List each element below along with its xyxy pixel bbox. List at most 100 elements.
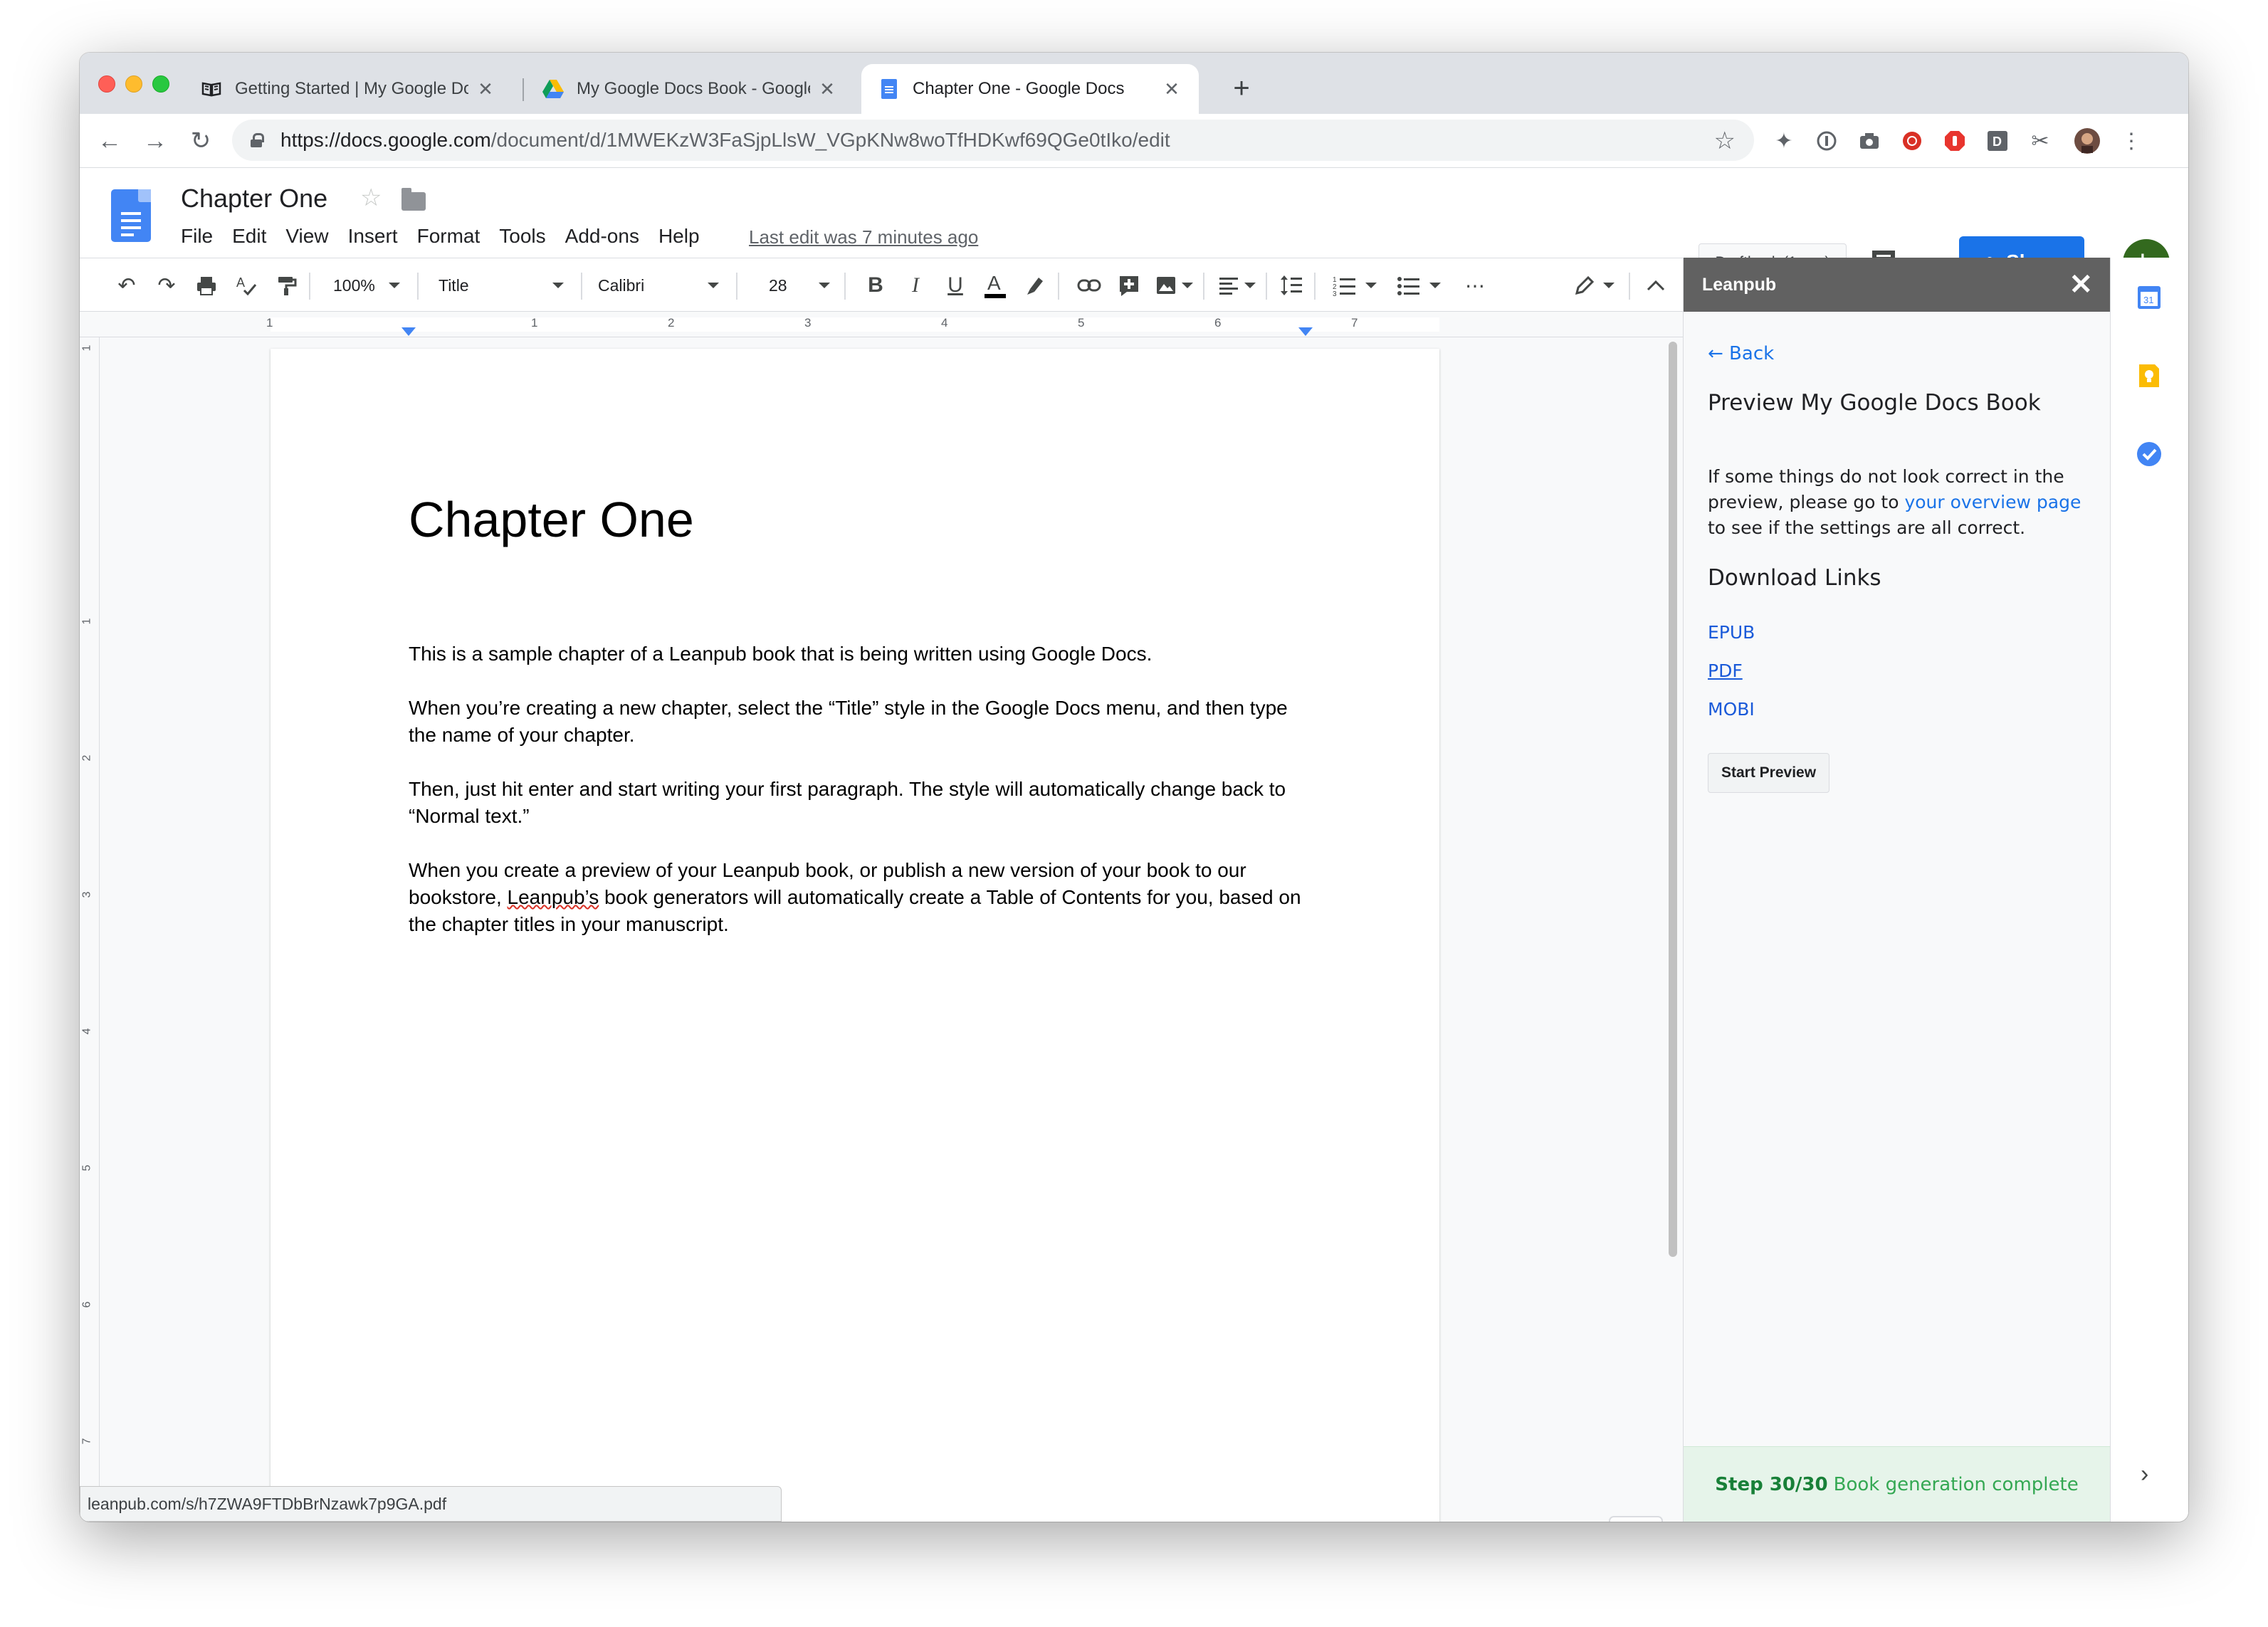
chevron-down-icon[interactable]	[1182, 271, 1193, 300]
last-edit-link[interactable]: Last edit was 7 minutes ago	[749, 226, 978, 248]
numbered-list-icon[interactable]: 123	[1330, 271, 1358, 300]
italic-icon[interactable]: I	[901, 271, 930, 300]
ruler-number: 7	[80, 1438, 93, 1445]
vertical-ruler[interactable]: 1 1 2 3 4 5 6 7	[80, 337, 100, 1522]
chevron-down-icon[interactable]	[819, 271, 830, 300]
menu-help[interactable]: Help	[658, 225, 700, 248]
tab-chapter-one[interactable]: Chapter One - Google Docs ✕	[861, 64, 1199, 114]
tab-my-google-docs-book[interactable]: My Google Docs Book - Google ✕	[525, 64, 854, 114]
tab-getting-started[interactable]: Getting Started | My Google Do ✕	[184, 64, 513, 114]
menu-add-ons[interactable]: Add-ons	[565, 225, 639, 248]
calendar-icon[interactable]: 31	[2135, 283, 2163, 312]
highlight-color-icon[interactable]	[1021, 271, 1049, 300]
maximize-window-button[interactable]	[152, 75, 169, 93]
menu-view[interactable]: View	[285, 225, 328, 248]
pdf-link[interactable]: PDF	[1708, 660, 1743, 681]
close-icon[interactable]: ✕	[1162, 78, 1182, 100]
url-text[interactable]: https://docs.google.com/document/d/1MWEK…	[280, 129, 1170, 152]
draftback-extension-icon[interactable]: D	[1983, 127, 2012, 155]
collapse-menus-icon[interactable]	[1642, 271, 1670, 300]
address-bar[interactable]: https://docs.google.com/document/d/1MWEK…	[232, 120, 1754, 161]
horizontal-ruler[interactable]: 1 1 2 3 4 5 6 7	[80, 312, 1683, 337]
chevron-down-icon[interactable]	[1365, 271, 1377, 300]
right-indent-marker[interactable]	[1298, 327, 1313, 336]
new-tab-button[interactable]: +	[1227, 74, 1256, 102]
menu-format[interactable]: Format	[417, 225, 481, 248]
misspelled-word[interactable]: Leanpub’s	[508, 886, 599, 908]
overview-page-link[interactable]: your overview page	[1904, 492, 2081, 512]
redo-icon[interactable]: ↷	[152, 271, 181, 300]
chevron-down-icon[interactable]	[1429, 271, 1441, 300]
tasks-icon[interactable]	[2135, 440, 2163, 468]
document-title[interactable]: Chapter One	[181, 184, 327, 214]
chevron-down-icon[interactable]	[552, 271, 564, 300]
back-link[interactable]: ← Back	[1708, 343, 1774, 364]
epub-link[interactable]: EPUB	[1708, 622, 1755, 643]
font-size-select[interactable]: 28	[769, 271, 787, 300]
chevron-down-icon[interactable]	[1244, 271, 1256, 300]
scissors-extension-icon[interactable]: ✂	[2026, 127, 2054, 155]
paragraph-style-select[interactable]: Title	[439, 271, 469, 300]
more-options-icon[interactable]: ⋯	[1461, 271, 1489, 300]
insert-comment-icon[interactable]	[1115, 271, 1143, 300]
line-spacing-icon[interactable]	[1277, 271, 1306, 300]
explore-button[interactable]	[1609, 1516, 1663, 1522]
adblock-extension-icon[interactable]	[1941, 127, 1969, 155]
undo-icon[interactable]: ↶	[112, 271, 141, 300]
left-indent-marker[interactable]	[401, 327, 416, 336]
chevron-down-icon[interactable]	[1603, 271, 1615, 300]
menu-edit[interactable]: Edit	[232, 225, 266, 248]
keep-icon[interactable]	[2135, 362, 2163, 390]
record-extension-icon[interactable]	[1898, 127, 1926, 155]
paragraph[interactable]: When you’re creating a new chapter, sele…	[409, 695, 1306, 749]
paragraph[interactable]: This is a sample chapter of a Leanpub bo…	[409, 641, 1306, 668]
mobi-link[interactable]: MOBI	[1708, 699, 1755, 720]
paragraph[interactable]: Then, just hit enter and start writing y…	[409, 776, 1306, 830]
bookmark-star-icon[interactable]: ☆	[1714, 127, 1736, 155]
browser-menu-icon[interactable]: ⋮	[2117, 127, 2146, 155]
insert-link-icon[interactable]	[1075, 271, 1103, 300]
close-window-button[interactable]	[98, 75, 115, 93]
text-color-icon[interactable]: A	[981, 271, 1009, 300]
camera-extension-icon[interactable]	[1855, 127, 1884, 155]
menu-bar: File Edit View Insert Format Tools Add-o…	[181, 225, 719, 248]
print-icon[interactable]	[192, 271, 221, 300]
insert-image-icon[interactable]	[1152, 271, 1180, 300]
paint-format-icon[interactable]	[272, 271, 300, 300]
minimize-window-button[interactable]	[125, 75, 142, 93]
editing-mode-pencil-icon[interactable]	[1570, 271, 1599, 300]
back-arrow-icon[interactable]: ←	[94, 125, 125, 157]
vertical-scrollbar[interactable]	[1669, 342, 1677, 1257]
menu-insert[interactable]: Insert	[348, 225, 398, 248]
bulleted-list-icon[interactable]	[1394, 271, 1422, 300]
tab-title: Getting Started | My Google Do	[235, 79, 468, 98]
reload-icon[interactable]: ↻	[185, 125, 216, 157]
paragraph[interactable]: When you create a preview of your Leanpu…	[409, 857, 1306, 938]
chapter-heading[interactable]: Chapter One	[409, 491, 694, 548]
start-preview-button[interactable]: Start Preview	[1708, 753, 1830, 793]
onepassword-extension-icon[interactable]	[1812, 127, 1841, 155]
star-icon[interactable]: ☆	[360, 184, 382, 212]
toolbar-divider	[417, 273, 419, 300]
close-icon[interactable]: ✕	[817, 78, 837, 100]
pin-extension-icon[interactable]: ✦	[1770, 127, 1798, 155]
align-left-icon[interactable]	[1214, 271, 1243, 300]
close-icon[interactable]: ✕	[476, 78, 495, 100]
document-page[interactable]: Chapter One This is a sample chapter of …	[271, 349, 1439, 1522]
chevron-down-icon[interactable]	[708, 271, 719, 300]
spellcheck-icon[interactable]: A	[232, 271, 261, 300]
font-select[interactable]: Calibri	[598, 271, 644, 300]
docs-header: Chapter One ☆ File Edit View Insert Form…	[80, 168, 2188, 288]
forward-arrow-icon[interactable]: →	[140, 125, 171, 157]
google-docs-logo-icon[interactable]	[111, 189, 151, 242]
chevron-down-icon[interactable]	[389, 271, 400, 300]
menu-tools[interactable]: Tools	[499, 225, 545, 248]
folder-icon[interactable]	[401, 188, 426, 211]
profile-avatar-icon[interactable]	[2073, 127, 2101, 155]
underline-icon[interactable]: U	[941, 271, 970, 300]
menu-file[interactable]: File	[181, 225, 213, 248]
chevron-right-icon[interactable]: ›	[2141, 1460, 2148, 1488]
zoom-select[interactable]: 100%	[333, 271, 375, 300]
bold-icon[interactable]: B	[861, 271, 890, 300]
close-icon[interactable]: ✕	[2069, 270, 2093, 299]
